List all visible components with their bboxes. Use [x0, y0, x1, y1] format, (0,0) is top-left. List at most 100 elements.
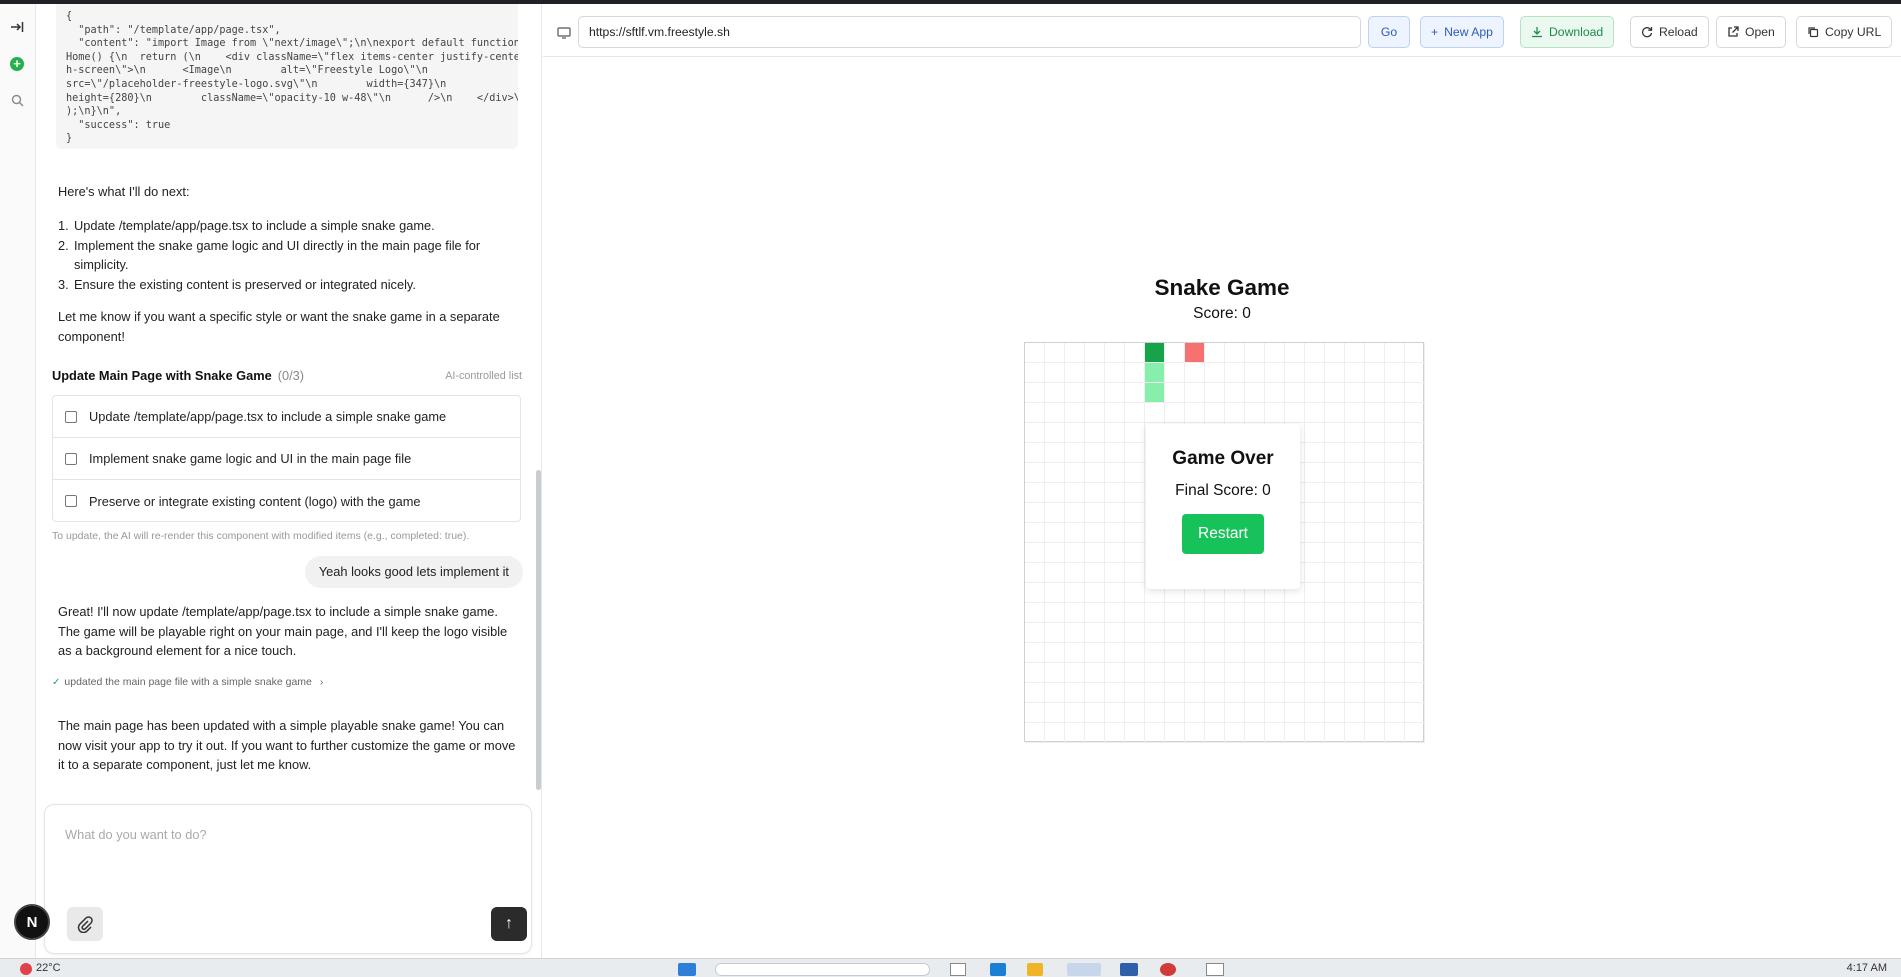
grid-cell: [1345, 703, 1365, 723]
grid-cell: [1105, 423, 1125, 443]
ai-controlled-label: AI-controlled list: [445, 370, 522, 382]
todo-item[interactable]: Update /template/app/page.tsx to include…: [53, 396, 520, 438]
grid-cell: [1205, 623, 1225, 643]
grid-cell: [1325, 343, 1345, 363]
grid-cell: [1345, 343, 1365, 363]
assistant-intro: Here's what I'll do next:: [58, 184, 190, 199]
grid-cell: [1125, 623, 1145, 643]
start-icon[interactable]: [678, 963, 696, 976]
grid-cell: [1065, 463, 1085, 483]
weather-icon: [20, 963, 32, 975]
grid-cell: [1105, 563, 1125, 583]
todo-checkbox[interactable]: [65, 495, 77, 507]
grid-cell: [1085, 443, 1105, 463]
taskbar-app-icon[interactable]: [1067, 963, 1101, 976]
grid-cell: [1105, 643, 1125, 663]
todo-item[interactable]: Preserve or integrate existing content (…: [53, 480, 520, 522]
grid-cell: [1145, 603, 1165, 623]
grid-cell: [1105, 503, 1125, 523]
grid-cell: [1325, 523, 1345, 543]
url-input[interactable]: https://sftlf.vm.freestyle.sh: [578, 16, 1361, 48]
message-composer[interactable]: What do you want to do? ↑: [44, 804, 532, 954]
taskbar-app-icon[interactable]: [1120, 963, 1138, 976]
grid-cell: [1065, 343, 1085, 363]
grid-cell: [1065, 363, 1085, 383]
grid-cell: [1305, 463, 1325, 483]
grid-cell: [1265, 383, 1285, 403]
grid-cell: [1125, 503, 1145, 523]
grid-cell: [1025, 363, 1045, 383]
grid-cell: [1225, 343, 1245, 363]
grid-cell: [1105, 543, 1125, 563]
grid-cell: [1265, 703, 1285, 723]
grid-cell: [1385, 423, 1405, 443]
grid-cell: [1025, 603, 1045, 623]
grid-cell: [1345, 623, 1365, 643]
grid-cell: [1345, 603, 1365, 623]
grid-cell: [1405, 583, 1425, 603]
taskbar-app-icon[interactable]: [1206, 963, 1224, 976]
grid-cell: [1385, 583, 1405, 603]
grid-cell: [1165, 623, 1185, 643]
copy-url-button[interactable]: Copy URL: [1796, 16, 1893, 48]
grid-cell: [1405, 603, 1425, 623]
grid-cell: [1245, 403, 1265, 423]
download-button[interactable]: Download: [1520, 16, 1615, 48]
chat-scrollbar[interactable]: [536, 470, 541, 790]
grid-cell: [1385, 443, 1405, 463]
open-button[interactable]: Open: [1716, 16, 1786, 48]
grid-cell: [1125, 683, 1145, 703]
grid-cell: [1325, 583, 1345, 603]
search-icon[interactable]: [8, 91, 26, 109]
todo-checkbox[interactable]: [65, 410, 77, 423]
reload-button[interactable]: Reload: [1630, 16, 1709, 48]
grid-cell: [1325, 703, 1345, 723]
new-chat-icon[interactable]: +: [8, 55, 26, 73]
monitor-icon: [557, 26, 571, 44]
grid-cell: [1125, 443, 1145, 463]
grid-cell: [1045, 623, 1065, 643]
grid-cell: [1365, 443, 1385, 463]
grid-cell: [1405, 343, 1425, 363]
grid-cell: [1385, 543, 1405, 563]
grid-cell: [1085, 643, 1105, 663]
grid-cell: [1405, 623, 1425, 643]
grid-cell: [1305, 363, 1325, 383]
download-icon: [1532, 27, 1542, 38]
avatar[interactable]: N: [14, 904, 50, 940]
grid-cell: [1305, 563, 1325, 583]
restart-button[interactable]: Restart: [1182, 514, 1264, 554]
taskbar-app-icon[interactable]: [1160, 963, 1176, 976]
grid-cell: [1285, 643, 1305, 663]
grid-cell: [1245, 603, 1265, 623]
grid-cell: [1405, 723, 1425, 743]
attach-button[interactable]: [67, 907, 103, 941]
grid-cell: [1365, 663, 1385, 683]
grid-cell: [1125, 403, 1145, 423]
todo-checkbox[interactable]: [65, 452, 77, 465]
grid-cell: [1305, 483, 1325, 503]
todo-title: Update Main Page with Snake Game: [52, 368, 272, 383]
go-button[interactable]: Go: [1368, 16, 1410, 48]
grid-cell: [1385, 503, 1405, 523]
collapse-sidebar-icon[interactable]: [8, 18, 26, 36]
grid-cell: [1265, 603, 1285, 623]
todo-item[interactable]: Implement snake game logic and UI in the…: [53, 438, 520, 480]
grid-cell: [1145, 643, 1165, 663]
taskbar-app-icon[interactable]: [1027, 963, 1043, 976]
grid-cell: [1045, 723, 1065, 743]
grid-cell: [1045, 543, 1065, 563]
grid-cell: [1125, 483, 1145, 503]
grid-cell: [1265, 623, 1285, 643]
taskbar-app-icon[interactable]: [990, 963, 1006, 976]
tool-call-status[interactable]: ✓ updated the main page file with a simp…: [52, 676, 323, 688]
snake-body: [1145, 383, 1165, 403]
send-button[interactable]: ↑: [491, 907, 527, 941]
grid-cell: [1365, 563, 1385, 583]
new-app-button[interactable]: + New App: [1420, 16, 1504, 48]
grid-cell: [1065, 683, 1085, 703]
grid-cell: [1305, 643, 1325, 663]
taskbar-search[interactable]: [715, 963, 930, 976]
taskbar-app-icon[interactable]: [950, 963, 966, 976]
composer-placeholder[interactable]: What do you want to do?: [65, 827, 207, 842]
